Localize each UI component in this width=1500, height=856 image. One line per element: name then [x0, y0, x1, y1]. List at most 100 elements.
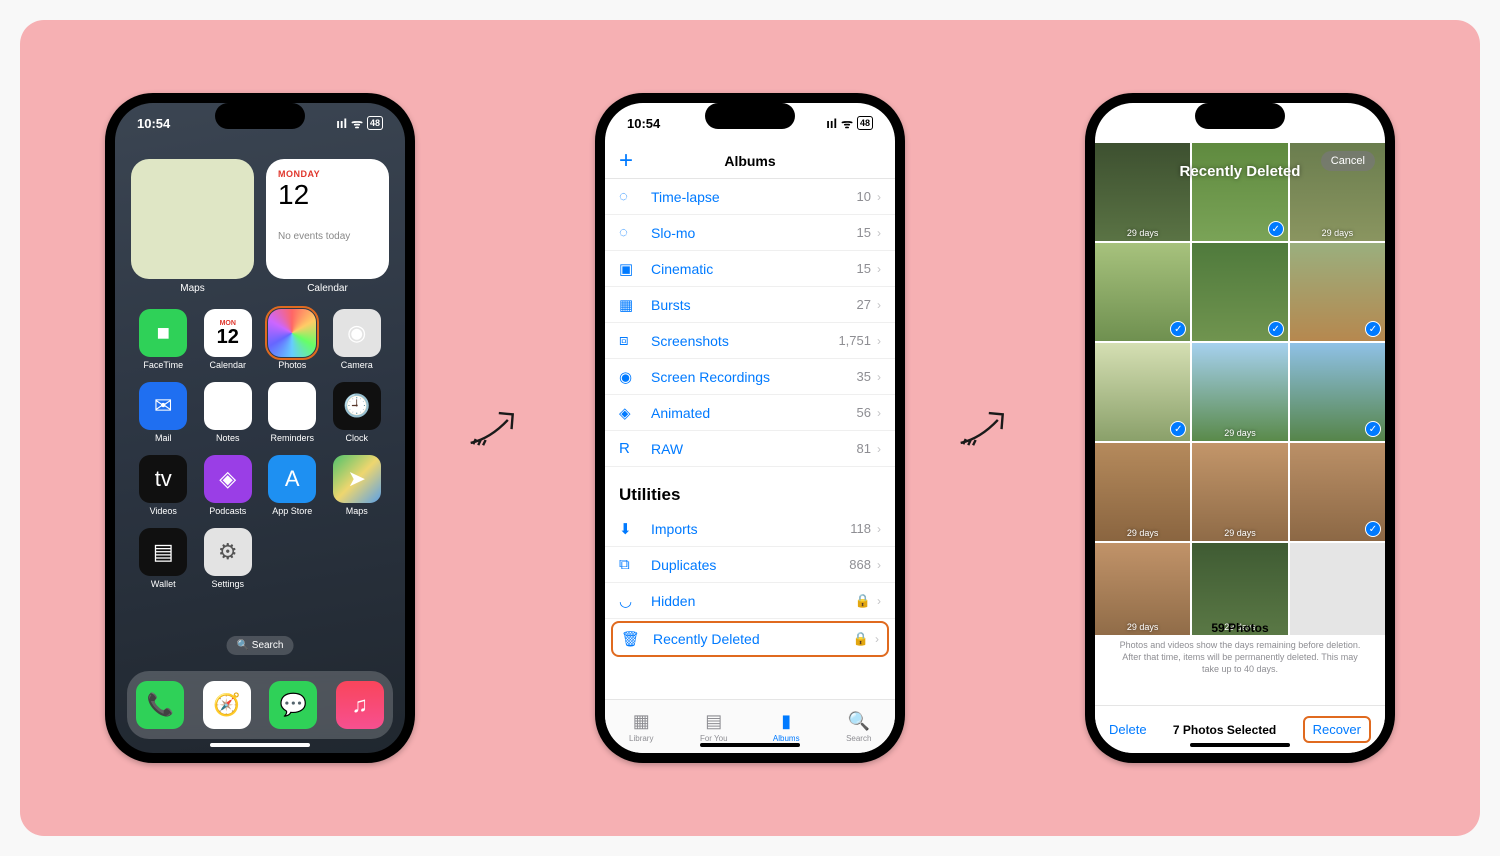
row-icon: ◌ — [619, 224, 639, 241]
row-name: RAW — [651, 441, 857, 457]
app-icon: ❋ — [268, 309, 316, 357]
photo-thumb[interactable]: 29 days — [1192, 343, 1287, 441]
album-row-duplicates[interactable]: ⧉Duplicates868› — [605, 547, 895, 583]
albums-list[interactable]: ◌Time-lapse10›◌Slo-mo15›▣Cinematic15›▦Bu… — [605, 179, 895, 699]
app-camera[interactable]: ◉Camera — [325, 309, 390, 370]
app-settings[interactable]: ⚙ Settings — [196, 528, 261, 589]
app-label: Maps — [346, 506, 368, 516]
row-icon: ◌ — [619, 188, 639, 205]
cancel-button[interactable]: Cancel — [1321, 151, 1375, 171]
album-row-cinematic[interactable]: ▣Cinematic15› — [605, 251, 895, 287]
recover-button[interactable]: Recover — [1303, 716, 1371, 743]
dock-phone[interactable]: 📞 — [136, 681, 184, 729]
dock-music[interactable]: ♫ — [336, 681, 384, 729]
album-row-imports[interactable]: ⬇Imports118› — [605, 511, 895, 547]
photo-thumb[interactable]: ✓ — [1290, 343, 1385, 441]
photo-thumb[interactable]: 29 days — [1095, 443, 1190, 541]
row-name: Bursts — [651, 297, 857, 313]
app-photos[interactable]: ❋ Photos — [260, 309, 325, 370]
row-name: Recently Deleted — [653, 631, 853, 647]
nav-title: Albums — [605, 153, 895, 169]
app-podcasts[interactable]: ◈Podcasts — [196, 455, 261, 516]
status-time: 10:54 — [627, 116, 660, 131]
app-mail[interactable]: ✉Mail — [131, 382, 196, 443]
home-indicator[interactable] — [210, 743, 310, 747]
app-label: Reminders — [270, 433, 314, 443]
app-label: FaceTime — [143, 360, 183, 370]
tutorial-canvas: 10:54 ııl ᯤ 48 Maps MONDAY 12 No events … — [20, 20, 1480, 836]
status-time: 10:54 — [137, 116, 170, 131]
chevron-icon: › — [877, 442, 881, 456]
maps-widget[interactable] — [131, 159, 254, 279]
photo-thumb[interactable]: ✓ — [1290, 443, 1385, 541]
info-text: Photos and videos show the days remainin… — [1113, 639, 1367, 675]
album-row-screenshots[interactable]: ⧈Screenshots1,751› — [605, 323, 895, 359]
tab-library[interactable]: ▦Library — [605, 700, 678, 753]
chevron-icon: › — [877, 522, 881, 536]
photo-thumb[interactable]: ✓ — [1192, 243, 1287, 341]
app-clock[interactable]: 🕘 Clock — [325, 382, 390, 443]
chevron-icon: › — [877, 334, 881, 348]
app-icon: ⚙ — [204, 528, 252, 576]
app-notes[interactable]: ≣Notes — [196, 382, 261, 443]
chevron-icon: › — [877, 594, 881, 608]
row-icon: ◈ — [619, 404, 639, 422]
app-icon: ▤ — [139, 528, 187, 576]
photo-thumb[interactable]: ✓ — [1192, 143, 1287, 241]
dock-safari[interactable]: 🧭 — [203, 681, 251, 729]
selected-check-icon: ✓ — [1365, 521, 1381, 537]
app-wallet[interactable]: ▤Wallet — [131, 528, 196, 589]
home-indicator[interactable] — [700, 743, 800, 747]
app-reminders[interactable]: ⦿Reminders — [260, 382, 325, 443]
album-row-recently-deleted[interactable]: 🗑Recently Deleted🔒› — [611, 621, 889, 657]
tab-search[interactable]: 🔍Search — [823, 700, 896, 753]
app-videos[interactable]: tvVideos — [131, 455, 196, 516]
app-label: Clock — [345, 433, 368, 443]
app-label: Photos — [278, 360, 306, 370]
album-row-slo-mo[interactable]: ◌Slo-mo15› — [605, 215, 895, 251]
album-row-screen-recordings[interactable]: ◉Screen Recordings35› — [605, 359, 895, 395]
days-remaining: 29 days — [1192, 528, 1287, 538]
app-label: Mail — [155, 433, 172, 443]
days-remaining: 29 days — [1290, 228, 1385, 238]
battery-icon: 47 — [1347, 116, 1363, 130]
selected-check-icon: ✓ — [1365, 421, 1381, 437]
album-row-raw[interactable]: RRAW81› — [605, 431, 895, 467]
calendar-widget-label: Calendar — [266, 283, 389, 294]
row-icon: R — [619, 440, 639, 457]
search-pill[interactable]: 🔍 Search — [227, 636, 294, 655]
tab-label: Albums — [773, 734, 800, 743]
app-icon: ◉ — [333, 309, 381, 357]
row-icon: ◡ — [619, 592, 639, 610]
signal-icon: ııl — [826, 116, 837, 131]
selected-check-icon: ✓ — [1170, 421, 1186, 437]
dock-messages[interactable]: 💬 — [269, 681, 317, 729]
photo-thumb[interactable]: ✓ — [1095, 243, 1190, 341]
row-name: Hidden — [651, 593, 855, 609]
row-name: Cinematic — [651, 261, 857, 277]
home-indicator[interactable] — [1190, 743, 1290, 747]
app-app-store[interactable]: AApp Store — [260, 455, 325, 516]
album-row-animated[interactable]: ◈Animated56› — [605, 395, 895, 431]
delete-button[interactable]: Delete — [1109, 722, 1147, 737]
calendar-widget[interactable]: MONDAY 12 No events today — [266, 159, 389, 279]
photo-thumb[interactable]: ✓ — [1095, 343, 1190, 441]
row-count: 🔒 — [855, 593, 871, 609]
info-block: 59 Photos Photos and videos show the day… — [1095, 615, 1385, 681]
row-icon: ⧉ — [619, 556, 639, 573]
app-label: Settings — [211, 579, 244, 589]
row-count: 🔒 — [853, 631, 869, 647]
photo-thumb[interactable]: 29 days — [1095, 143, 1190, 241]
app-icon: 🕘 — [333, 382, 381, 430]
row-count: 10 — [857, 189, 871, 204]
album-row-time-lapse[interactable]: ◌Time-lapse10› — [605, 179, 895, 215]
album-row-hidden[interactable]: ◡ Hidden🔒 › — [605, 583, 895, 619]
photo-thumb[interactable]: 29 days — [1192, 443, 1287, 541]
album-row-bursts[interactable]: ▦Bursts27› — [605, 287, 895, 323]
row-name: Time-lapse — [651, 189, 857, 205]
app-facetime[interactable]: ■FaceTime — [131, 309, 196, 370]
row-name: Slo-mo — [651, 225, 857, 241]
app-maps[interactable]: ➤Maps — [325, 455, 390, 516]
app-calendar[interactable]: MON12Calendar — [196, 309, 261, 370]
photo-thumb[interactable]: ✓ — [1290, 243, 1385, 341]
